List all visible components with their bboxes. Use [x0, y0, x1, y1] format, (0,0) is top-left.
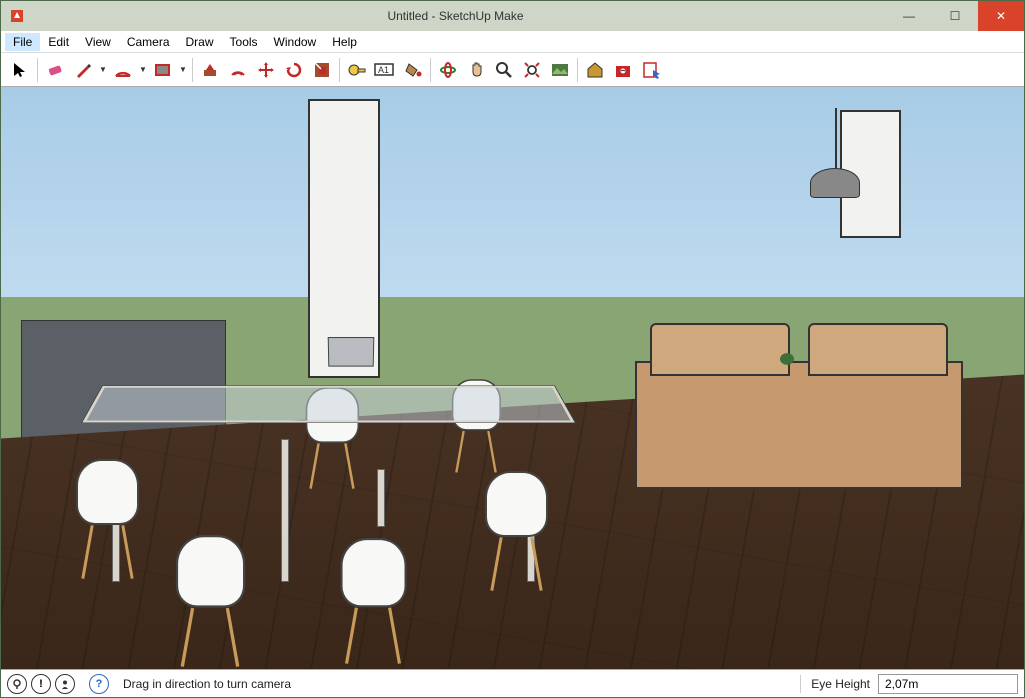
sofa — [635, 361, 962, 489]
plant — [775, 349, 799, 369]
pushpull-tool[interactable] — [197, 57, 223, 83]
chair — [326, 538, 421, 664]
send-to-layout-tool[interactable] — [638, 57, 664, 83]
text-label-tool[interactable]: A1 — [372, 57, 398, 83]
toolbar-separator — [192, 58, 193, 82]
credits-icon[interactable]: ! — [31, 674, 51, 694]
window-title: Untitled - SketchUp Make — [25, 9, 886, 23]
geolocation-icon[interactable] — [7, 674, 27, 694]
scale-tool[interactable] — [309, 57, 335, 83]
menubar: File Edit View Camera Draw Tools Window … — [1, 31, 1024, 53]
menu-file[interactable]: File — [5, 33, 40, 51]
zoom-extents-tool[interactable] — [519, 57, 545, 83]
chair — [160, 535, 259, 667]
window-controls: — ☐ ✕ — [886, 1, 1024, 31]
menu-tools[interactable]: Tools — [222, 33, 266, 51]
eraser-tool[interactable] — [42, 57, 68, 83]
photo-textures-tool[interactable] — [547, 57, 573, 83]
warehouse-tool[interactable] — [582, 57, 608, 83]
scene-render — [1, 87, 1024, 669]
svg-text:A1: A1 — [378, 65, 389, 75]
statusbar: ! ? Drag in direction to turn camera Eye… — [1, 669, 1024, 697]
toolbar-separator — [577, 58, 578, 82]
status-separator — [800, 675, 801, 693]
user-icon[interactable] — [55, 674, 75, 694]
tape-measure-tool[interactable] — [344, 57, 370, 83]
chair — [472, 471, 562, 591]
shape-tool[interactable] — [150, 57, 176, 83]
chair — [62, 459, 152, 579]
orbit-tool[interactable] — [435, 57, 461, 83]
minimize-button[interactable]: — — [886, 1, 932, 31]
pendant-lamp — [810, 168, 860, 198]
toolbar: ▼ ▼ ▼ A1 — [1, 53, 1024, 87]
shape-dropdown[interactable]: ▼ — [178, 65, 188, 74]
titlebar[interactable]: Untitled - SketchUp Make — ☐ ✕ — [1, 1, 1024, 31]
menu-draw[interactable]: Draw — [178, 33, 222, 51]
close-button[interactable]: ✕ — [978, 1, 1024, 31]
help-icon[interactable]: ? — [89, 674, 109, 694]
arc-dropdown[interactable]: ▼ — [138, 65, 148, 74]
pan-tool[interactable] — [463, 57, 489, 83]
offset-tool[interactable] — [225, 57, 251, 83]
menu-window[interactable]: Window — [266, 33, 325, 51]
toolbar-separator — [430, 58, 431, 82]
extension-warehouse-tool[interactable] — [610, 57, 636, 83]
move-tool[interactable] — [253, 57, 279, 83]
viewport-3d[interactable] — [1, 87, 1024, 669]
zoom-tool[interactable] — [491, 57, 517, 83]
maximize-button[interactable]: ☐ — [932, 1, 978, 31]
menu-edit[interactable]: Edit — [40, 33, 77, 51]
select-tool[interactable] — [7, 57, 33, 83]
app-window: Untitled - SketchUp Make — ☐ ✕ File Edit… — [0, 0, 1025, 698]
eye-height-input[interactable] — [878, 674, 1018, 694]
menu-help[interactable]: Help — [324, 33, 365, 51]
rotate-tool[interactable] — [281, 57, 307, 83]
laptop — [328, 337, 375, 367]
menu-camera[interactable]: Camera — [119, 33, 178, 51]
paint-bucket-tool[interactable] — [400, 57, 426, 83]
toolbar-separator — [37, 58, 38, 82]
eye-height-label: Eye Height — [811, 677, 874, 691]
toolbar-separator — [339, 58, 340, 82]
menu-view[interactable]: View — [77, 33, 119, 51]
status-hint: Drag in direction to turn camera — [113, 677, 790, 691]
pencil-tool[interactable] — [70, 57, 96, 83]
arc-tool[interactable] — [110, 57, 136, 83]
pencil-dropdown[interactable]: ▼ — [98, 65, 108, 74]
app-icon — [9, 8, 25, 24]
